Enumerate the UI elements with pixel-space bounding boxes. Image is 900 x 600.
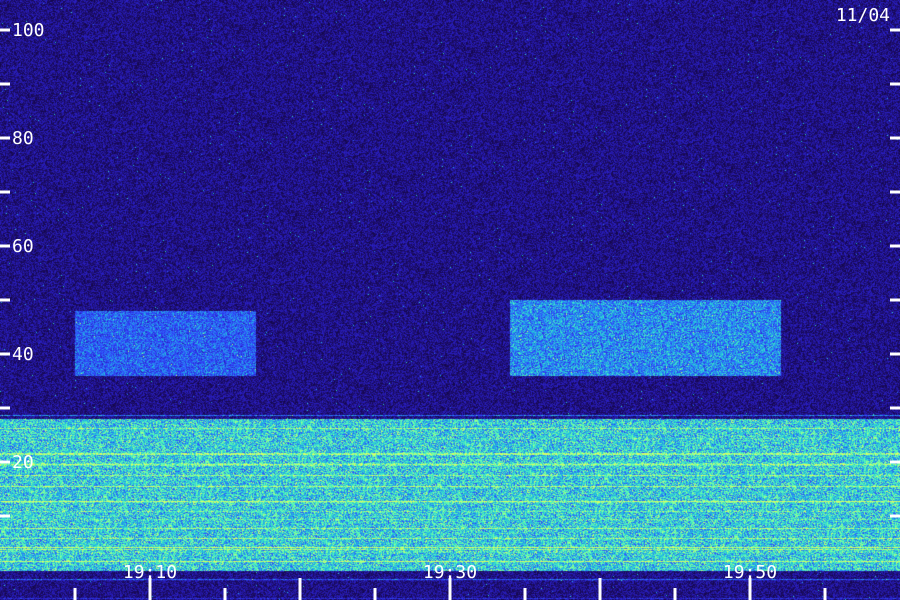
- y-tick-label: 20: [12, 452, 34, 473]
- y-axis: 100 80 60 40 20: [0, 20, 900, 518]
- date-label: 11/04: [835, 5, 890, 26]
- y-tick-label: 60: [12, 236, 34, 257]
- y-tick-label: 100: [12, 20, 45, 41]
- y-tick-label: 80: [12, 128, 34, 149]
- x-tick-label: 19:10: [123, 562, 177, 583]
- x-axis: 19:10 19:30 19:50: [73, 562, 827, 600]
- axes-layer: 100 80 60 40 20 19:10 19:30 19:50: [0, 20, 900, 600]
- x-tick-label: 19:30: [423, 562, 477, 583]
- y-tick-label: 40: [12, 344, 34, 365]
- x-tick-label: 19:50: [723, 562, 777, 583]
